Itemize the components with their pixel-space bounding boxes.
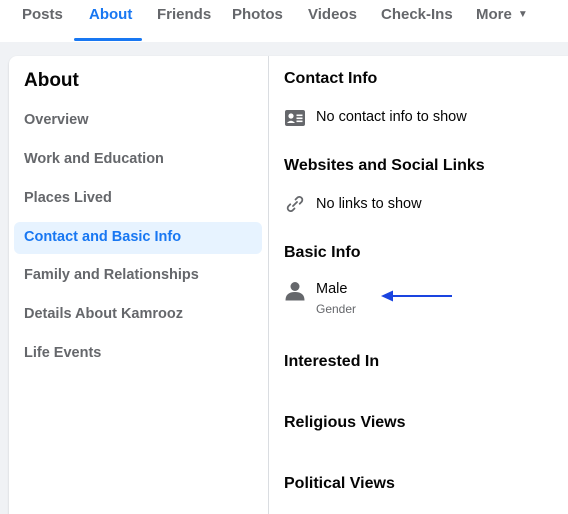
sidebar-item-label: Overview bbox=[24, 112, 89, 128]
tab-check-ins[interactable]: Check-Ins bbox=[381, 6, 453, 26]
active-tab-indicator bbox=[74, 38, 142, 41]
websites-heading: Websites and Social Links bbox=[284, 157, 485, 174]
link-icon bbox=[286, 196, 304, 212]
no-links-text: No links to show bbox=[316, 196, 422, 212]
sidebar-item-label: Work and Education bbox=[24, 151, 164, 167]
tab-about[interactable]: About bbox=[89, 6, 132, 26]
gender-label: Gender bbox=[316, 302, 357, 316]
interested-in-heading: Interested In bbox=[284, 353, 380, 370]
card-divider bbox=[268, 56, 269, 514]
about-page: Posts About Friends Photos Videos Check-… bbox=[0, 0, 568, 514]
annotation-arrow bbox=[381, 290, 452, 302]
sidebar-item-life-events[interactable]: Life Events bbox=[14, 338, 262, 370]
political-views-heading: Political Views bbox=[284, 475, 395, 492]
sidebar-item-label: Places Lived bbox=[24, 190, 112, 206]
sidebar-item-contact-and-basic-info[interactable]: Contact and Basic Info bbox=[14, 222, 262, 254]
tab-more[interactable]: More ▼ bbox=[476, 6, 528, 26]
sidebar-item-work-and-education[interactable]: Work and Education bbox=[14, 144, 262, 176]
contact-info-heading: Contact Info bbox=[284, 70, 378, 87]
profile-tab-bar: Posts About Friends Photos Videos Check-… bbox=[0, 0, 568, 42]
sidebar-item-label: Contact and Basic Info bbox=[24, 229, 182, 245]
sidebar-item-places-lived[interactable]: Places Lived bbox=[14, 183, 262, 215]
contact-card-icon bbox=[285, 110, 305, 126]
tab-friends[interactable]: Friends bbox=[157, 6, 211, 26]
sidebar-item-label: Family and Relationships bbox=[24, 267, 199, 283]
gender-value: Male bbox=[316, 281, 348, 297]
person-icon bbox=[285, 282, 305, 301]
basic-info-heading: Basic Info bbox=[284, 244, 361, 261]
sidebar-item-overview[interactable]: Overview bbox=[14, 105, 262, 137]
sidebar-item-label: Life Events bbox=[24, 345, 102, 361]
tab-more-label: More bbox=[476, 6, 512, 23]
sidebar-item-family-and-relationships[interactable]: Family and Relationships bbox=[14, 260, 262, 292]
tab-photos[interactable]: Photos bbox=[232, 6, 283, 26]
sidebar-item-label: Details About Kamrooz bbox=[24, 306, 183, 322]
tab-posts[interactable]: Posts bbox=[22, 6, 63, 26]
no-contact-info-text: No contact info to show bbox=[316, 109, 467, 125]
caret-down-icon: ▼ bbox=[517, 9, 528, 20]
sidebar-item-details-about[interactable]: Details About Kamrooz bbox=[14, 299, 262, 331]
tab-videos[interactable]: Videos bbox=[308, 6, 357, 26]
about-heading: About bbox=[24, 70, 79, 91]
religious-views-heading: Religious Views bbox=[284, 414, 406, 431]
